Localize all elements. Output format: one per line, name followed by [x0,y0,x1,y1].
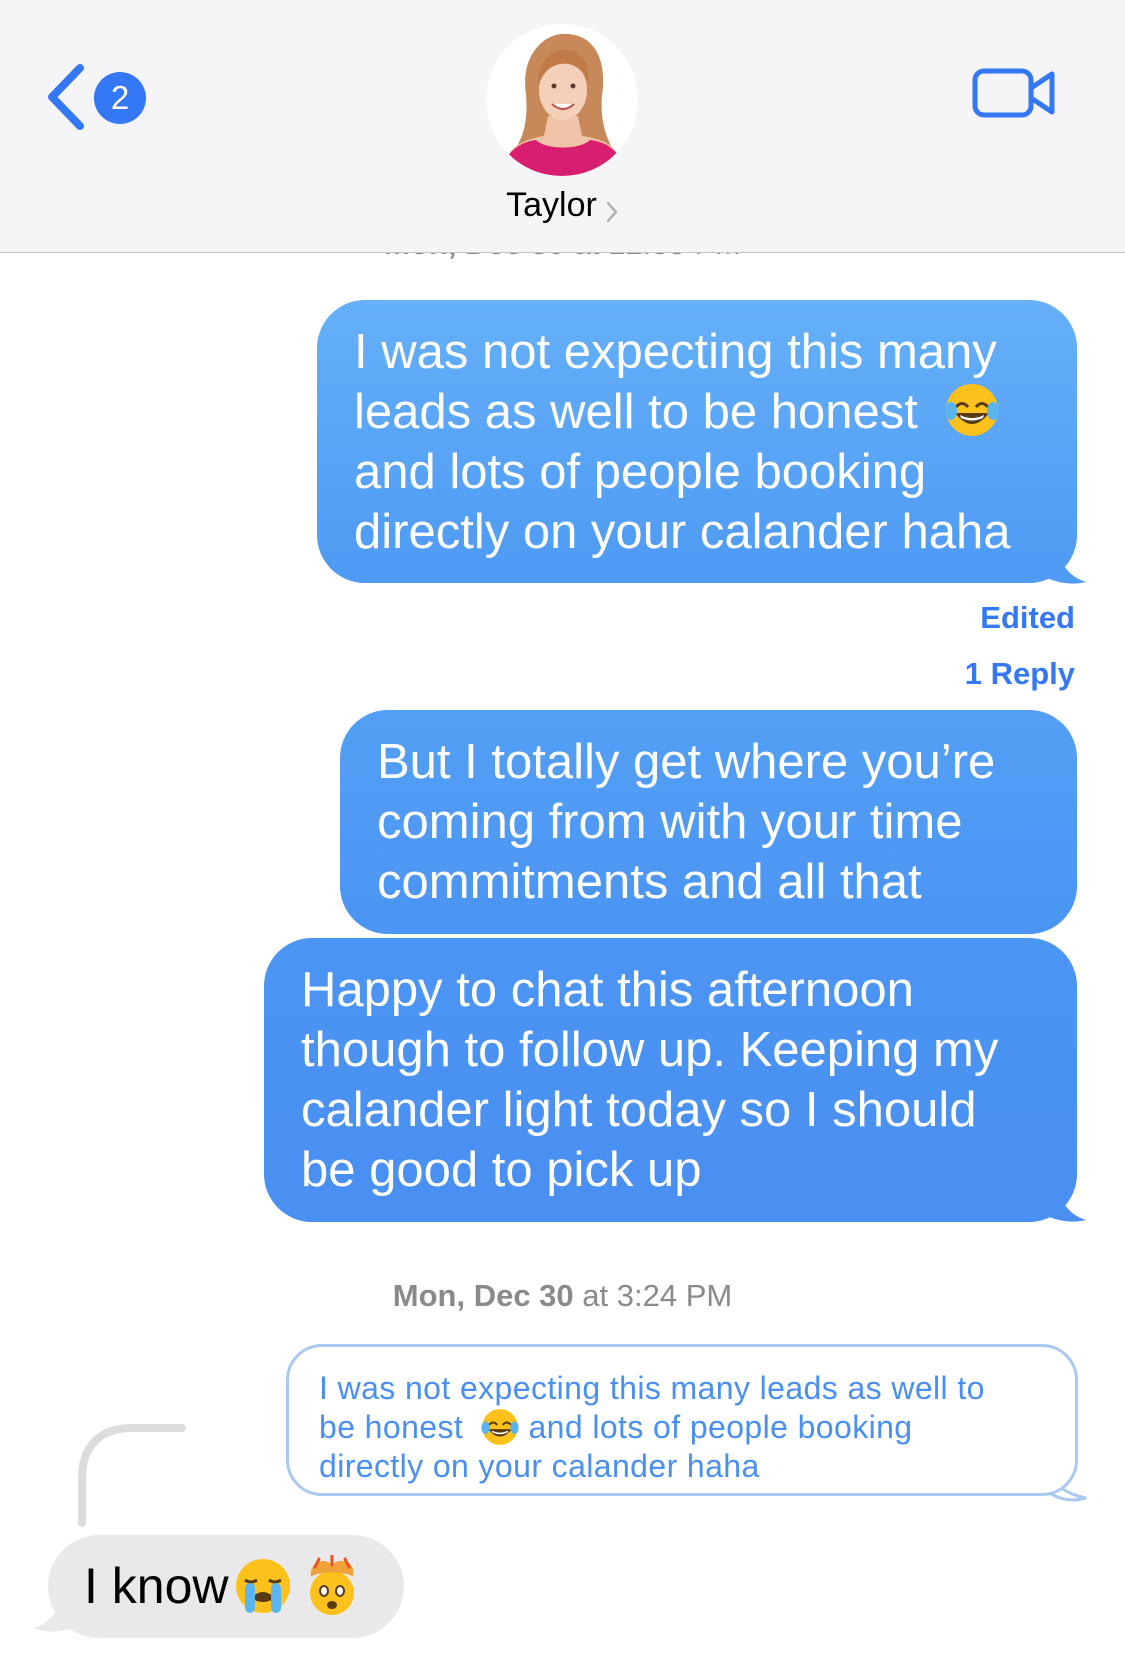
timestamp: Mon, Dec 30 at 3:24 PM [392,1278,733,1313]
outgoing-message-bubble[interactable]: Happy to chat this afternoon though to f… [264,938,1077,1222]
unread-count-badge: 2 [94,72,146,124]
contact-avatar[interactable] [486,24,638,176]
message-line: and lots of people booking [354,445,927,499]
back-button[interactable]: 2 [44,58,154,130]
outgoing-message-bubble[interactable]: I was not expecting this many leads as w… [317,300,1077,583]
face-with-tears-of-joy-icon [481,1408,520,1445]
video-call-icon[interactable] [972,66,1056,120]
quoted-line: directly on your calander haha [319,1448,760,1484]
chevron-right-icon [606,201,618,223]
edited-label[interactable]: Edited [980,600,1075,636]
message-line: though to follow up. Keeping my [301,1023,999,1077]
message-line: But I totally get where you’re [377,735,996,789]
face-with-tears-of-joy-icon [945,384,1000,437]
message-line: be good to pick up [301,1143,702,1197]
quoted-message-bubble[interactable]: I was not expecting this many leads as w… [286,1344,1078,1496]
chevron-left-icon [48,64,84,130]
message-text: I know [84,1558,229,1614]
message-line: Happy to chat this afternoon [301,963,914,1017]
conversation-header: 2 Taylor [0,0,1125,253]
quoted-line: be honest and lots of people booking [319,1408,1045,1447]
reply-count-link[interactable]: 1 Reply [965,656,1075,692]
contact-name-link[interactable]: Taylor [0,186,1125,225]
reply-thread-connector [78,1424,186,1527]
incoming-message-bubble[interactable]: I know [48,1535,404,1638]
message-line: commitments and all that [377,855,922,909]
message-line: leads as well to be honest [354,382,1043,442]
loudly-crying-face-icon [235,1558,290,1613]
message-line: directly on your calander haha [354,505,1011,559]
quoted-line: I was not expecting this many leads as w… [319,1370,985,1406]
message-line: coming from with your time [377,795,963,849]
message-line: I was not expecting this many [354,325,997,379]
message-line: calander light today so I should [301,1083,977,1137]
outgoing-message-bubble[interactable]: But I totally get where you’re coming fr… [340,710,1077,934]
avatar-photo [486,24,638,176]
exploding-head-icon [309,1554,354,1615]
contact-name: Taylor [506,186,597,224]
